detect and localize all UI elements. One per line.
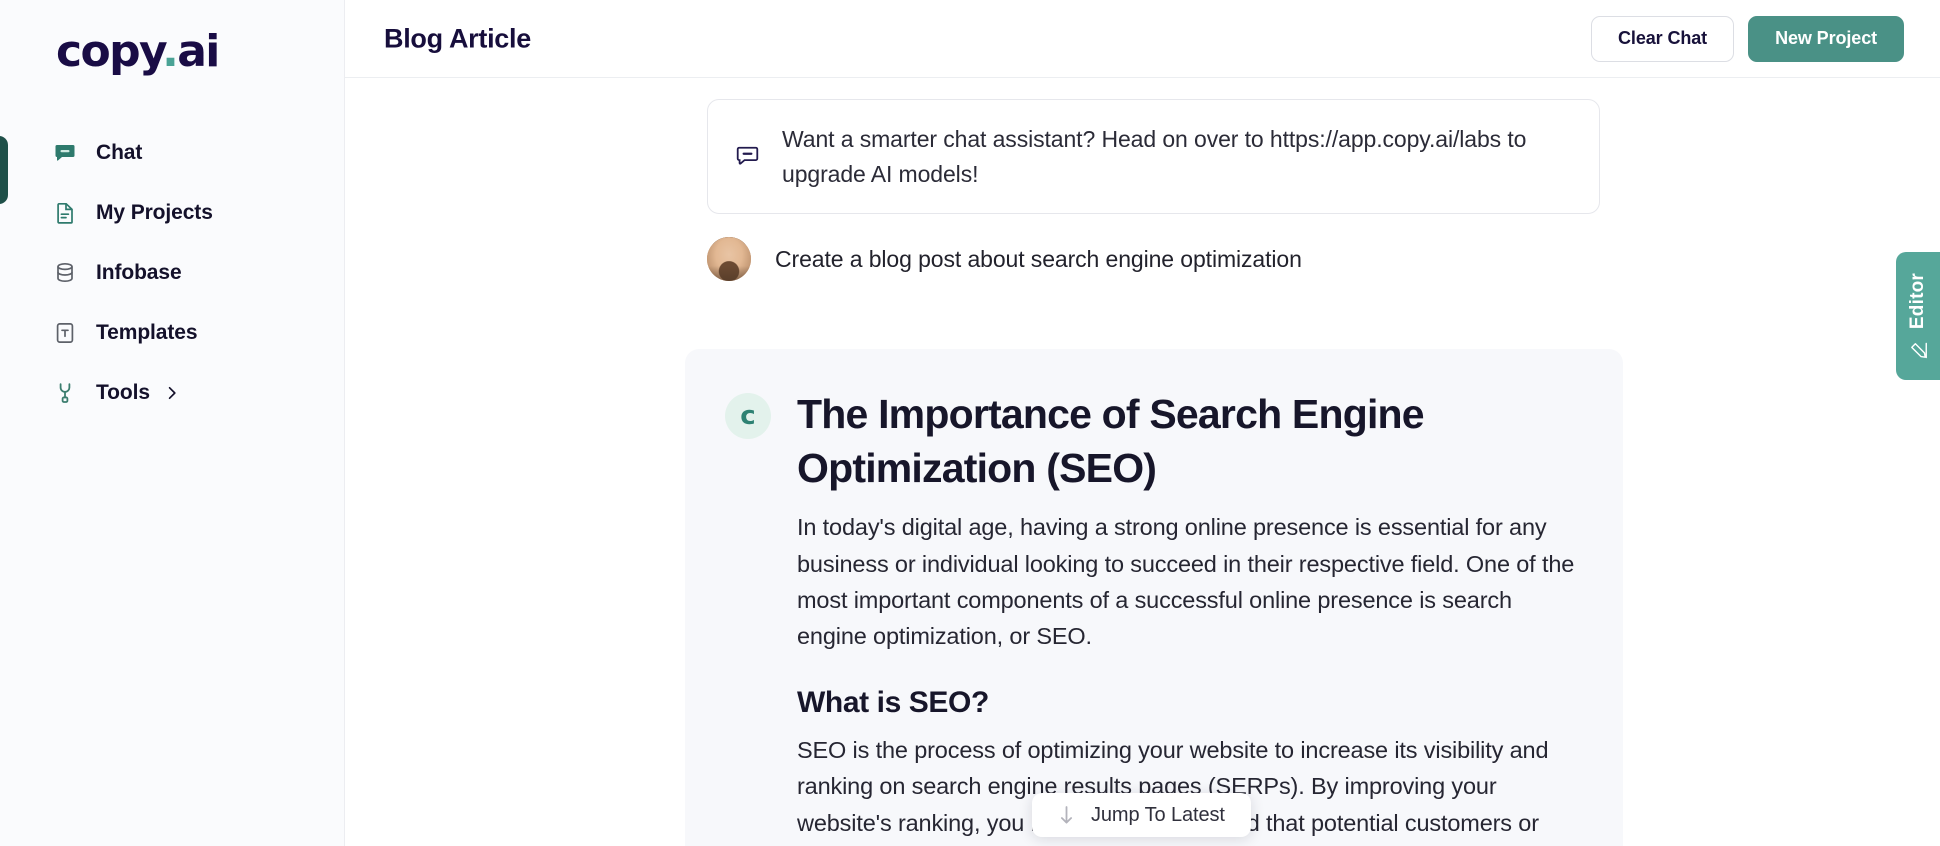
sidebar-item-label: Tools bbox=[96, 381, 150, 404]
arrow-down-icon bbox=[1058, 805, 1075, 825]
brand-logo[interactable]: copy.ai bbox=[56, 30, 220, 74]
sidebar-item-infobase[interactable]: Infobase bbox=[0, 250, 345, 296]
pencil-icon bbox=[1910, 342, 1927, 359]
wrench-icon bbox=[52, 380, 78, 406]
database-icon bbox=[52, 260, 78, 286]
sidebar-item-label: My Projects bbox=[96, 201, 213, 224]
avatar-shading bbox=[707, 266, 751, 281]
chevron-right-icon bbox=[164, 385, 180, 401]
upgrade-notice-banner: Want a smarter chat assistant? Head on o… bbox=[707, 99, 1600, 214]
article-heading-2: What is SEO? bbox=[797, 685, 989, 719]
jump-to-latest-label: Jump To Latest bbox=[1091, 803, 1225, 826]
sidebar-item-templates[interactable]: Templates bbox=[0, 310, 345, 356]
sidebar-item-chat[interactable]: Chat bbox=[0, 130, 345, 176]
article-heading-1: The Importance of Search Engine Optimiza… bbox=[797, 391, 1425, 492]
sidebar-item-label: Infobase bbox=[96, 261, 182, 284]
new-project-button[interactable]: New Project bbox=[1748, 15, 1904, 62]
top-header: Blog Article Clear Chat New Project bbox=[345, 0, 1940, 78]
avatar bbox=[707, 237, 751, 281]
sidebar-nav: Chat My Projects Infobase Templates Tool… bbox=[0, 130, 345, 430]
user-message-text: Create a blog post about search engine o… bbox=[775, 245, 1302, 272]
document-icon bbox=[52, 200, 78, 226]
header-actions: Clear Chat New Project bbox=[1591, 15, 1904, 62]
article-paragraph-1: In today's digital age, having a strong … bbox=[797, 514, 1575, 650]
brand-logo-main: copy bbox=[56, 26, 164, 77]
brand-logo-suffix: ai bbox=[177, 26, 220, 77]
template-t-icon bbox=[52, 320, 78, 346]
assistant-message-card: c The Importance of Search Engine Optimi… bbox=[685, 349, 1623, 846]
chat-bubble-outline-icon bbox=[732, 143, 762, 170]
editor-side-tab[interactable]: Editor bbox=[1896, 252, 1940, 380]
jump-to-latest-button[interactable]: Jump To Latest bbox=[1032, 793, 1251, 837]
sidebar-collapse-handle[interactable] bbox=[0, 136, 8, 204]
sidebar-item-tools[interactable]: Tools bbox=[0, 370, 345, 416]
brand-logo-dot: . bbox=[162, 26, 179, 77]
upgrade-notice-text: Want a smarter chat assistant? Head on o… bbox=[782, 126, 1527, 187]
chat-bubble-icon bbox=[52, 140, 78, 166]
user-message: Create a blog post about search engine o… bbox=[707, 237, 1607, 281]
sidebar-item-label: Chat bbox=[96, 141, 143, 164]
chat-main: Want a smarter chat assistant? Head on o… bbox=[345, 79, 1940, 846]
assistant-avatar: c bbox=[725, 393, 771, 439]
editor-tab-label: Editor bbox=[1907, 273, 1928, 330]
assistant-message-body: The Importance of Search Engine Optimiza… bbox=[797, 387, 1583, 846]
clear-chat-button[interactable]: Clear Chat bbox=[1591, 15, 1735, 62]
sidebar: copy.ai Chat My Projects Infobase Templa… bbox=[0, 0, 345, 846]
sidebar-item-my-projects[interactable]: My Projects bbox=[0, 190, 345, 236]
page-title: Blog Article bbox=[384, 23, 531, 53]
copy-ai-chat-app: copy.ai Chat My Projects Infobase Templa… bbox=[0, 0, 1940, 846]
sidebar-item-label: Templates bbox=[96, 321, 198, 344]
